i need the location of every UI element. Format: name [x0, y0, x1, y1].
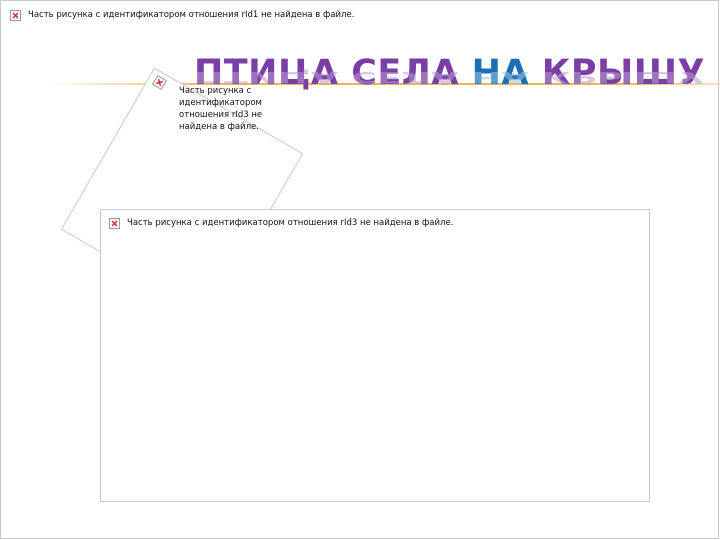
title-reflection-part-3: КРЫШУ	[541, 68, 705, 86]
title-reflection-part-1: ПТИЦА СЕЛА	[194, 68, 459, 86]
title-reflection: ПТИЦА СЕЛА НА КРЫШУ	[194, 68, 705, 86]
title-reflection-part-2: НА	[471, 68, 530, 86]
rotated-placeholder-line: идентификатором	[179, 98, 262, 108]
rotated-placeholder-line: найдена в файле.	[179, 122, 259, 132]
slide-canvas: Часть рисунка с идентификатором отношени…	[0, 0, 720, 539]
broken-image-icon	[109, 218, 120, 229]
rotated-placeholder-line: отношения rId3 не	[179, 110, 263, 120]
top-placeholder-text: Часть рисунка с идентификатором отношени…	[28, 10, 355, 20]
main-placeholder-text: Часть рисунка с идентификатором отношени…	[127, 218, 454, 228]
main-image-frame[interactable]: Часть рисунка с идентификатором отношени…	[100, 209, 650, 502]
rotated-placeholder-text: Часть рисунка с идентификатором отношени…	[179, 85, 262, 133]
rotated-placeholder-line: Часть рисунка с	[179, 86, 252, 96]
broken-image-icon	[10, 10, 21, 21]
